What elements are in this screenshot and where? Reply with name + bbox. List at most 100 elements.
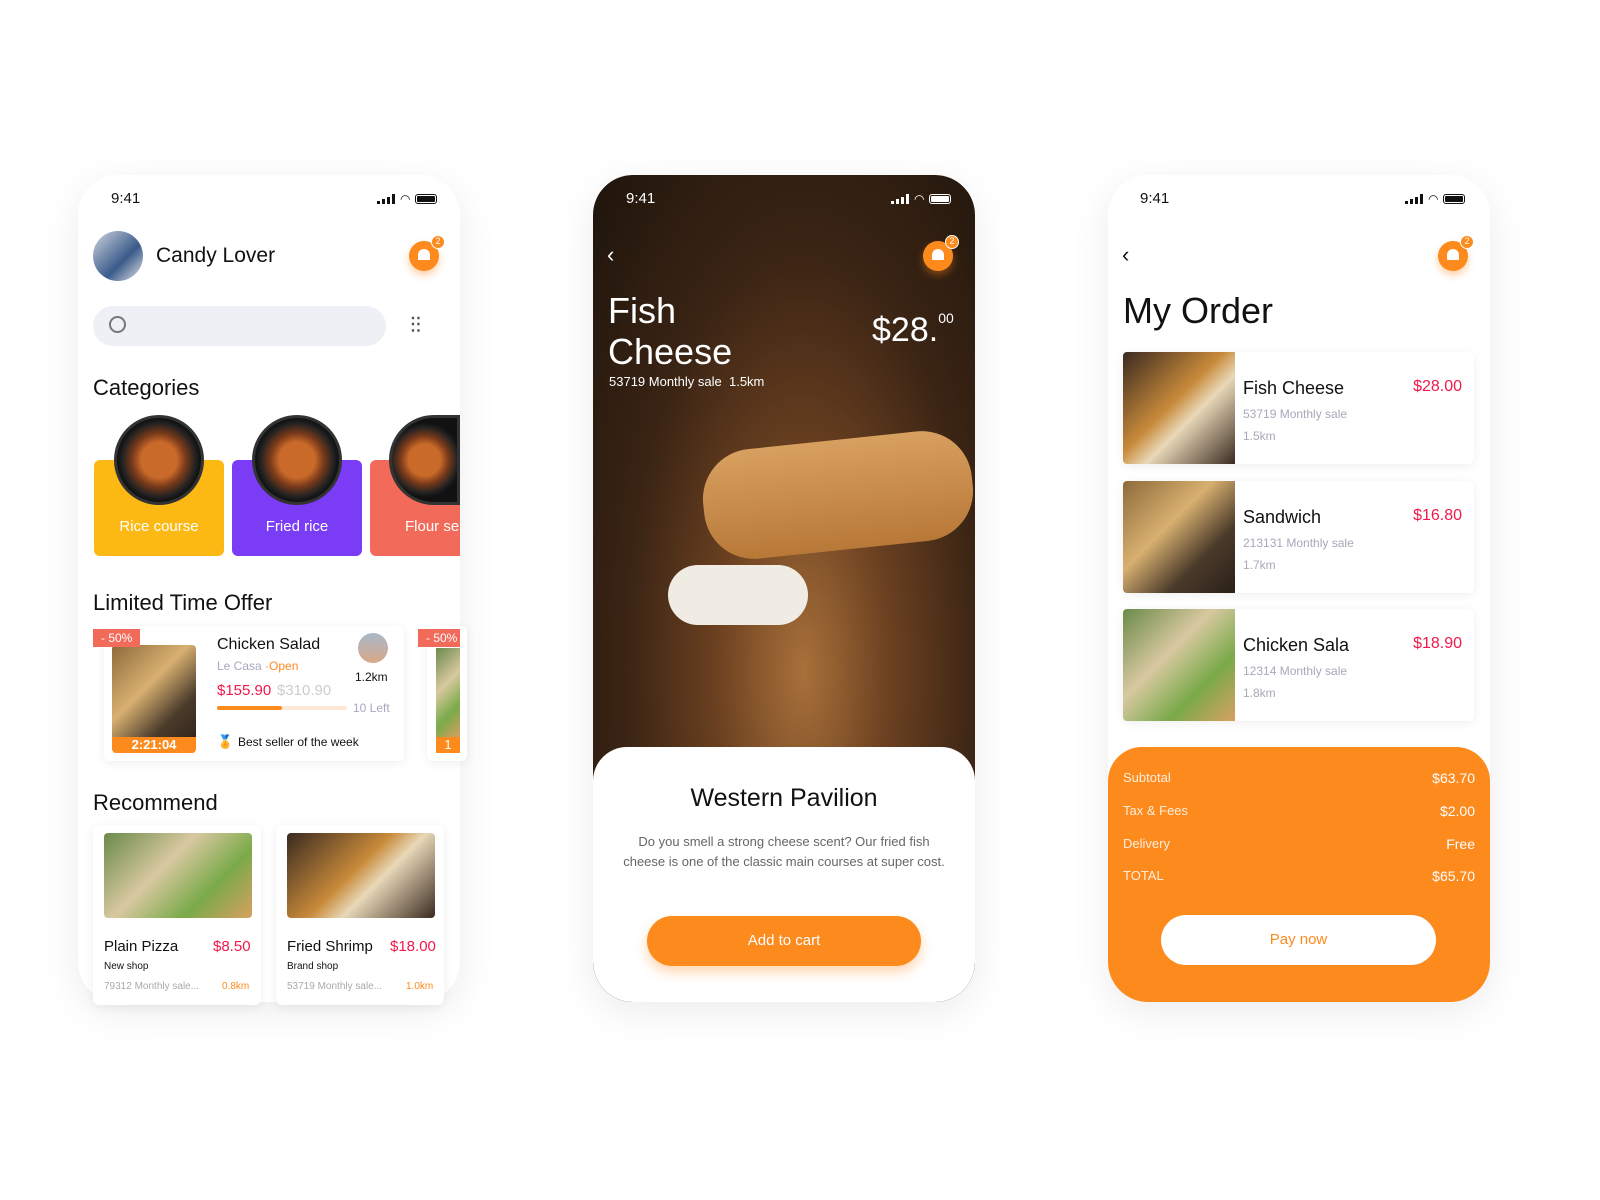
battery-icon: [1443, 194, 1466, 204]
price-cents: 00: [938, 310, 954, 326]
recommend-shop: New shop: [104, 961, 149, 972]
summary-total: TOTAL $65.70: [1123, 868, 1475, 884]
search-icon: [109, 316, 126, 333]
offer-title: Limited Time Offer: [93, 590, 273, 615]
sandwich-image: [697, 426, 975, 564]
status-time: 9:41: [111, 190, 141, 207]
status-icons: ◠: [1405, 192, 1466, 206]
wifi-icon: ◠: [400, 192, 411, 206]
summary-value: $65.70: [1432, 868, 1475, 884]
order-item-price: $16.80: [1413, 507, 1462, 524]
summary-label: Tax & Fees: [1123, 803, 1189, 818]
wifi-icon: ◠: [914, 192, 925, 206]
discount-badge: - 50%: [418, 629, 460, 647]
order-item-name: Sandwich: [1243, 507, 1322, 527]
order-item-image: [1123, 481, 1235, 593]
categories-title: Categories: [93, 375, 200, 400]
price-main: $28.: [872, 311, 939, 349]
summary-value: $63.70: [1432, 770, 1475, 786]
back-icon[interactable]: ‹: [1122, 242, 1129, 268]
category-label: Fried rice: [265, 518, 329, 535]
order-item[interactable]: Fish Cheese $28.00 53719 Monthly sale 1.5km: [1123, 352, 1474, 464]
shop-name: Le Casa: [217, 659, 262, 673]
offer-image: [112, 645, 196, 752]
dish-sales: 53719 Monthly sale: [609, 374, 722, 389]
search-input[interactable]: [93, 306, 386, 346]
signal-icon: [1405, 194, 1423, 204]
order-item-distance: 1.7km: [1243, 558, 1276, 572]
summary-label: Subtotal: [1123, 770, 1171, 785]
best-seller-label: Best seller of the week: [238, 735, 359, 749]
notification-bell-icon[interactable]: 2: [409, 235, 445, 271]
status-icons: ◠: [891, 192, 952, 206]
order-item[interactable]: Chicken Sala $18.90 12314 Monthly sale 1.8k…: [1123, 609, 1474, 721]
avatar[interactable]: [93, 231, 143, 281]
dish-meta: 53719 Monthly sale 1.5km: [609, 374, 764, 389]
offer-old-price: $310.90: [277, 682, 332, 699]
order-item-sales: 213131 Monthly sale: [1243, 536, 1354, 550]
offer-distance: 1.2km: [355, 670, 388, 684]
order-item-image: [1123, 352, 1235, 464]
stock-progress-bar: [217, 706, 347, 710]
category-label: Flour se: [405, 518, 460, 535]
summary-delivery: Delivery Free: [1123, 836, 1475, 852]
order-item-sales: 53719 Monthly sale: [1243, 407, 1348, 421]
signal-icon: [377, 194, 395, 204]
pay-now-button[interactable]: Pay now: [1161, 915, 1436, 965]
dish-title-line: Fish: [608, 290, 677, 331]
order-item-distance: 1.5km: [1243, 429, 1276, 443]
filter-icon[interactable]: ⫶⫶: [410, 313, 421, 339]
user-name: Candy Lover: [156, 244, 276, 267]
recommend-price: $8.50: [213, 938, 251, 955]
add-to-cart-button[interactable]: Add to cart: [647, 916, 921, 966]
order-item-sales: 12314 Monthly sale: [1243, 664, 1348, 678]
discount-badge: - 50%: [93, 629, 141, 647]
category-image: [114, 415, 204, 505]
sauce-bowl-image: [668, 565, 808, 625]
recommend-sales: 79312 Monthly sale...: [104, 981, 200, 992]
signal-icon: [891, 194, 909, 204]
summary-label: TOTAL: [1123, 868, 1164, 883]
recommend-distance: 0.8km: [222, 981, 250, 992]
summary-value: Free: [1446, 836, 1475, 852]
restaurant-name: Western Pavilion: [690, 784, 878, 812]
offer-image: [436, 648, 460, 738]
offer-shop: Le Casa ·Open: [217, 659, 298, 673]
battery-icon: [929, 194, 952, 204]
recommend-image: [104, 833, 252, 918]
dish-description: Do you smell a strong cheese scent? Our …: [623, 834, 945, 869]
order-item-name: Fish Cheese: [1243, 378, 1345, 398]
order-item-distance: 1.8km: [1243, 686, 1276, 700]
page-title: My Order: [1123, 290, 1274, 331]
category-image: [252, 415, 342, 505]
recommend-name: Plain Pizza: [104, 938, 179, 955]
shop-avatar: [358, 633, 388, 663]
summary-value: $2.00: [1439, 803, 1475, 819]
dish-distance: 1.5km: [728, 374, 765, 389]
summary-subtotal: Subtotal $63.70: [1123, 770, 1475, 786]
stock-progress-fill: [217, 706, 282, 710]
offer-name: Chicken Salad: [217, 636, 321, 653]
stock-left: 10 Left: [353, 701, 390, 715]
order-item-name: Chicken Sala: [1243, 635, 1350, 655]
summary-tax: Tax & Fees $2.00: [1123, 803, 1475, 819]
status-time: 9:41: [1140, 190, 1170, 207]
notification-bell-icon[interactable]: 2: [1438, 235, 1474, 271]
recommend-distance: 1.0km: [406, 981, 434, 992]
dish-title: Fish Cheese: [608, 290, 732, 372]
recommend-title: Recommend: [93, 790, 218, 815]
order-item-price: $18.90: [1413, 635, 1462, 652]
order-item-price: $28.00: [1413, 378, 1462, 395]
back-icon[interactable]: ‹: [607, 242, 614, 268]
notification-badge: 2: [945, 235, 959, 249]
recommend-sales: 53719 Monthly sale...: [287, 981, 383, 992]
order-item[interactable]: Sandwich $16.80 213131 Monthly sale 1.7km: [1123, 481, 1474, 593]
order-item-image: [1123, 609, 1235, 721]
dish-price: $28.00: [872, 310, 954, 350]
recommend-shop: Brand shop: [287, 961, 339, 972]
status-time: 9:41: [626, 190, 656, 207]
notification-bell-icon[interactable]: 2: [923, 235, 959, 271]
countdown-timer: 2:21:04: [112, 737, 196, 753]
dish-title-line: Cheese: [608, 331, 733, 372]
battery-icon: [415, 194, 438, 204]
